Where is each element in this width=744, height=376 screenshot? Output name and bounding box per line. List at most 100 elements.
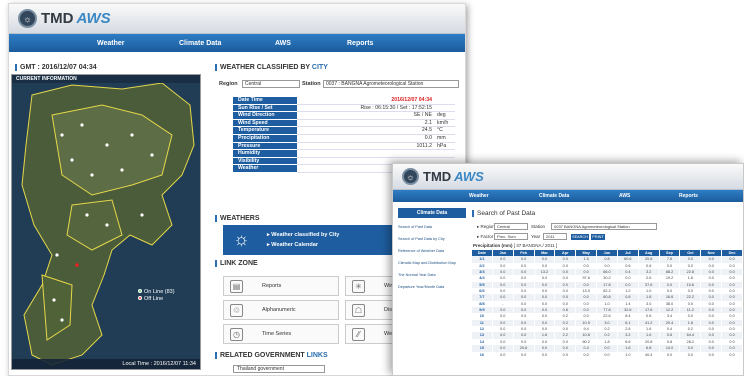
- table-cell: 0.0: [680, 351, 702, 358]
- city-weather-value: 0.0: [297, 135, 435, 143]
- online-dot-icon: [138, 289, 142, 293]
- table-cell: 1.0: [618, 351, 639, 358]
- local-time: Local Time : 2016/12/07 11:34: [12, 359, 200, 369]
- climate-data-button[interactable]: Climate Data: [398, 208, 466, 218]
- document-icon: ▤: [230, 280, 243, 293]
- gov-links-select[interactable]: Thailand government: [233, 365, 325, 373]
- weather-by-city-link[interactable]: ▸ Weather classified by City: [267, 232, 339, 238]
- w2-station-select[interactable]: 0037 BANGNA Agrometeorological Station: [551, 223, 657, 230]
- sidebar-link[interactable]: Departure Year/Month Data: [398, 285, 466, 290]
- table-row: 16 0.0 0.0 0.0 0.0 0.0 0.0 1.0 40.4 0.0 0.0 0.0 0.0: [472, 351, 743, 358]
- w2-factor-select[interactable]: Prec. Sum: [494, 233, 528, 240]
- city-weather-key: Temperature: [233, 127, 297, 135]
- city-weather-key: Sun Rise / Set: [233, 104, 297, 113]
- city-weather-row: Pressure 1011.2 hPa: [233, 142, 455, 151]
- w2-region-select[interactable]: Central: [494, 223, 528, 230]
- link-reports-label: Reports: [262, 283, 282, 289]
- precip-label: Precipitation (mm): [473, 243, 513, 248]
- sidebar-link[interactable]: The Normal Year Data: [398, 273, 466, 278]
- city-weather-table: Date Time 2016/12/07 04:34 Sun Rise / Set R…: [233, 97, 455, 173]
- nav-climate-data[interactable]: Climate Data: [539, 193, 569, 199]
- city-weather-unit: km/h: [435, 120, 455, 128]
- section-marker: [215, 352, 217, 359]
- city-weather-key: Precipitation: [233, 134, 297, 143]
- table-cell: 40.4: [639, 351, 660, 358]
- table-cell: 0.0: [555, 351, 577, 358]
- weather-calendar-link[interactable]: ▸ Weather Calendar: [267, 242, 318, 248]
- city-weather-row: Precipitation 0.0 mm: [233, 134, 455, 143]
- search-button[interactable]: SEARCH: [571, 234, 589, 240]
- gov-title-highlight: LINKS: [306, 352, 328, 359]
- sidebar-link[interactable]: Reference of Weather Data: [398, 249, 466, 254]
- offline-dot-icon: [138, 296, 142, 300]
- precip-heading: Precipitation (mm) [ 37 BANGNA / 2011 ]: [473, 243, 557, 248]
- nav-reports[interactable]: Reports: [679, 193, 698, 199]
- region-select[interactable]: Central: [242, 80, 300, 88]
- city-weather-value: Rise : 06:15:30 / Set : 17:52:15: [297, 105, 435, 113]
- logo-tmd-text: TMD: [41, 10, 74, 27]
- city-weather-row: Wind Speed 2.1 km/h: [233, 119, 455, 128]
- wind-rose-icon: ✳: [352, 280, 365, 293]
- link-reports[interactable]: ▤ Reports: [223, 276, 339, 296]
- w2-year-select[interactable]: 2011: [543, 233, 567, 240]
- city-weather-row: Sun Rise / Set Rise : 06:15:30 / Set : 17…: [233, 104, 455, 113]
- link-alphanumeric[interactable]: ♲ Alphanumeric: [223, 300, 339, 320]
- nav-aws[interactable]: AWS: [275, 40, 291, 47]
- clock-icon: ◷: [230, 328, 243, 341]
- weathers-title: WEATHERS: [220, 215, 260, 222]
- past-data-title: Search of Past Data: [477, 210, 536, 217]
- station-select[interactable]: 0037 : BANGNA Agrometeorological Station: [323, 80, 459, 88]
- nav-aws[interactable]: AWS: [619, 193, 630, 199]
- table-cell: 0.0: [514, 351, 535, 358]
- rain-icon: ⁄⁄: [352, 328, 365, 341]
- site-logo[interactable]: ☼ TMD AWS: [18, 9, 111, 28]
- city-weather-key: Date Time: [233, 97, 297, 105]
- online-label: On Line (83): [144, 289, 175, 295]
- table-cell: 0.0: [493, 351, 514, 358]
- city-weather-row: Humidity: [233, 150, 455, 158]
- city-weather-row: Date Time 2016/12/07 04:34: [233, 97, 455, 105]
- tmd-emblem-icon: ☼: [402, 168, 419, 185]
- region-label: Region: [219, 81, 238, 87]
- link-zone-title: LINK ZONE: [220, 260, 258, 267]
- city-weather-unit: hPa: [435, 143, 455, 151]
- weathers-box: ☼ ▸ Weather classified by City ▸ Weather…: [223, 225, 403, 255]
- site-header-2: ☼ TMD AWS: [393, 164, 743, 190]
- w2-factor-label: ▸ Factor: [477, 234, 494, 239]
- city-weather-unit: deg: [435, 112, 455, 120]
- nav-weather[interactable]: Weather: [97, 40, 125, 47]
- site-logo-2[interactable]: ☼ TMD AWS: [402, 168, 484, 185]
- link-time-series[interactable]: ◷ Time Series: [223, 324, 339, 344]
- nav-reports[interactable]: Reports: [347, 40, 373, 47]
- city-weather-unit: [435, 105, 455, 113]
- nav-weather[interactable]: Weather: [469, 193, 489, 199]
- section-marker: [215, 64, 217, 71]
- w2-year-label: Year: [531, 234, 541, 239]
- nav-climate-data[interactable]: Climate Data: [179, 40, 221, 47]
- section-marker: [215, 260, 217, 267]
- city-weather-key: Wind Speed: [233, 119, 297, 128]
- precip-station: [ 37 BANGNA / 2011 ]: [513, 243, 558, 248]
- city-weather-value: [297, 150, 435, 158]
- city-weather-key: Pressure: [233, 142, 297, 151]
- sidebar-link[interactable]: Climatic Map and Distribution Map: [398, 261, 466, 266]
- table-cell: 0.0: [660, 351, 681, 358]
- gmt-title: GMT : 2016/12/07 04:34: [20, 64, 97, 71]
- main-nav: Weather Climate Data AWS Reports: [9, 34, 465, 52]
- sidebar-link[interactable]: Search of Past Data: [398, 225, 466, 230]
- gov-links-title: RELATED GOVERNMENT LINKS: [220, 352, 328, 359]
- climate-sidebar: Climate Data Search of Past Data Search o…: [398, 208, 466, 290]
- city-weather-value: 24.5: [297, 127, 435, 135]
- city-weather-value: 2016/12/07 04:34: [297, 97, 435, 105]
- section-marker: [15, 64, 17, 71]
- past-data-window: ☼ TMD AWS Weather Climate Data AWS Repor…: [392, 163, 744, 376]
- print-button[interactable]: PRINT: [591, 234, 605, 240]
- station-map[interactable]: CURRENT INFORMATION On Line (83) Off Lin…: [11, 74, 201, 370]
- table-cell: 0.0: [701, 351, 723, 358]
- city-title-text: WEATHER CLASSIFIED BY: [220, 64, 312, 71]
- sidebar-link[interactable]: Search of Past Data by City: [398, 237, 466, 242]
- thailand-map-graphic: [12, 75, 200, 369]
- city-weather-unit: mm: [435, 135, 455, 143]
- w2-station-label: Station: [531, 224, 546, 229]
- link-alphanumeric-label: Alphanumeric: [262, 307, 296, 313]
